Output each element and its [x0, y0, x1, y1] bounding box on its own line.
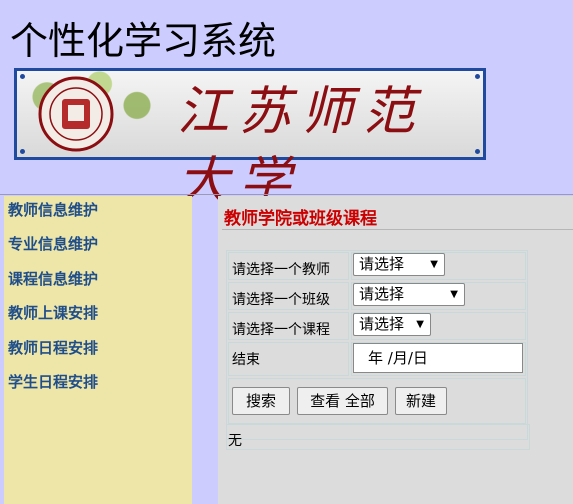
sidebar-item-teacher-info[interactable]: 教师信息维护: [4, 196, 192, 230]
end-date-input[interactable]: 年 /月/日: [353, 343, 523, 373]
class-select[interactable]: 请选择 ▼: [353, 283, 465, 306]
sidebar-item-student-calendar[interactable]: 学生日程安排: [4, 368, 192, 402]
banner-corner-dot: [20, 74, 25, 79]
class-select-value: 请选择: [359, 285, 405, 303]
new-button[interactable]: 新建: [395, 387, 447, 415]
heading-divider: [222, 229, 573, 230]
page-title: 教师学院或班级课程: [224, 209, 377, 229]
main-panel: 教师学院或班级课程 请选择一个教师 请选择 ▼ 请选择一个班级 请选择 ▼ 请选…: [218, 196, 573, 504]
view-all-button[interactable]: 查看 全部: [297, 387, 388, 415]
teacher-select[interactable]: 请选择 ▼: [353, 253, 445, 276]
class-label: 请选择一个班级: [232, 292, 330, 308]
app-title: 个性化学习系统: [10, 19, 277, 63]
result-text: 无: [228, 433, 242, 449]
chevron-down-icon: ▼: [430, 259, 438, 270]
banner-corner-dot: [20, 149, 25, 154]
teacher-label: 请选择一个教师: [232, 262, 330, 278]
end-label: 结束: [232, 352, 260, 368]
course-label: 请选择一个课程: [232, 322, 330, 338]
sidebar-item-course-info[interactable]: 课程信息维护: [4, 265, 192, 299]
university-banner: 江苏师范大学: [14, 68, 486, 212]
sidebar-item-major-info[interactable]: 专业信息维护: [4, 230, 192, 264]
university-seal-icon: [38, 76, 114, 152]
chevron-down-icon: ▼: [416, 319, 424, 330]
header-divider: [0, 194, 573, 195]
teacher-select-value: 请选择: [359, 255, 405, 273]
course-select-value: 请选择: [359, 315, 405, 333]
chevron-down-icon: ▼: [450, 289, 458, 300]
sidebar: 教师信息维护 专业信息维护 课程信息维护 教师上课安排 教师日程安排 学生日程安…: [4, 196, 192, 504]
sidebar-item-teacher-class-schedule[interactable]: 教师上课安排: [4, 299, 192, 333]
result-cell: [226, 424, 530, 450]
banner-corner-dot: [475, 74, 480, 79]
search-button[interactable]: 搜索: [232, 387, 290, 415]
course-select[interactable]: 请选择 ▼: [353, 313, 431, 336]
banner-corner-dot: [475, 149, 480, 154]
sidebar-item-teacher-calendar[interactable]: 教师日程安排: [4, 334, 192, 368]
